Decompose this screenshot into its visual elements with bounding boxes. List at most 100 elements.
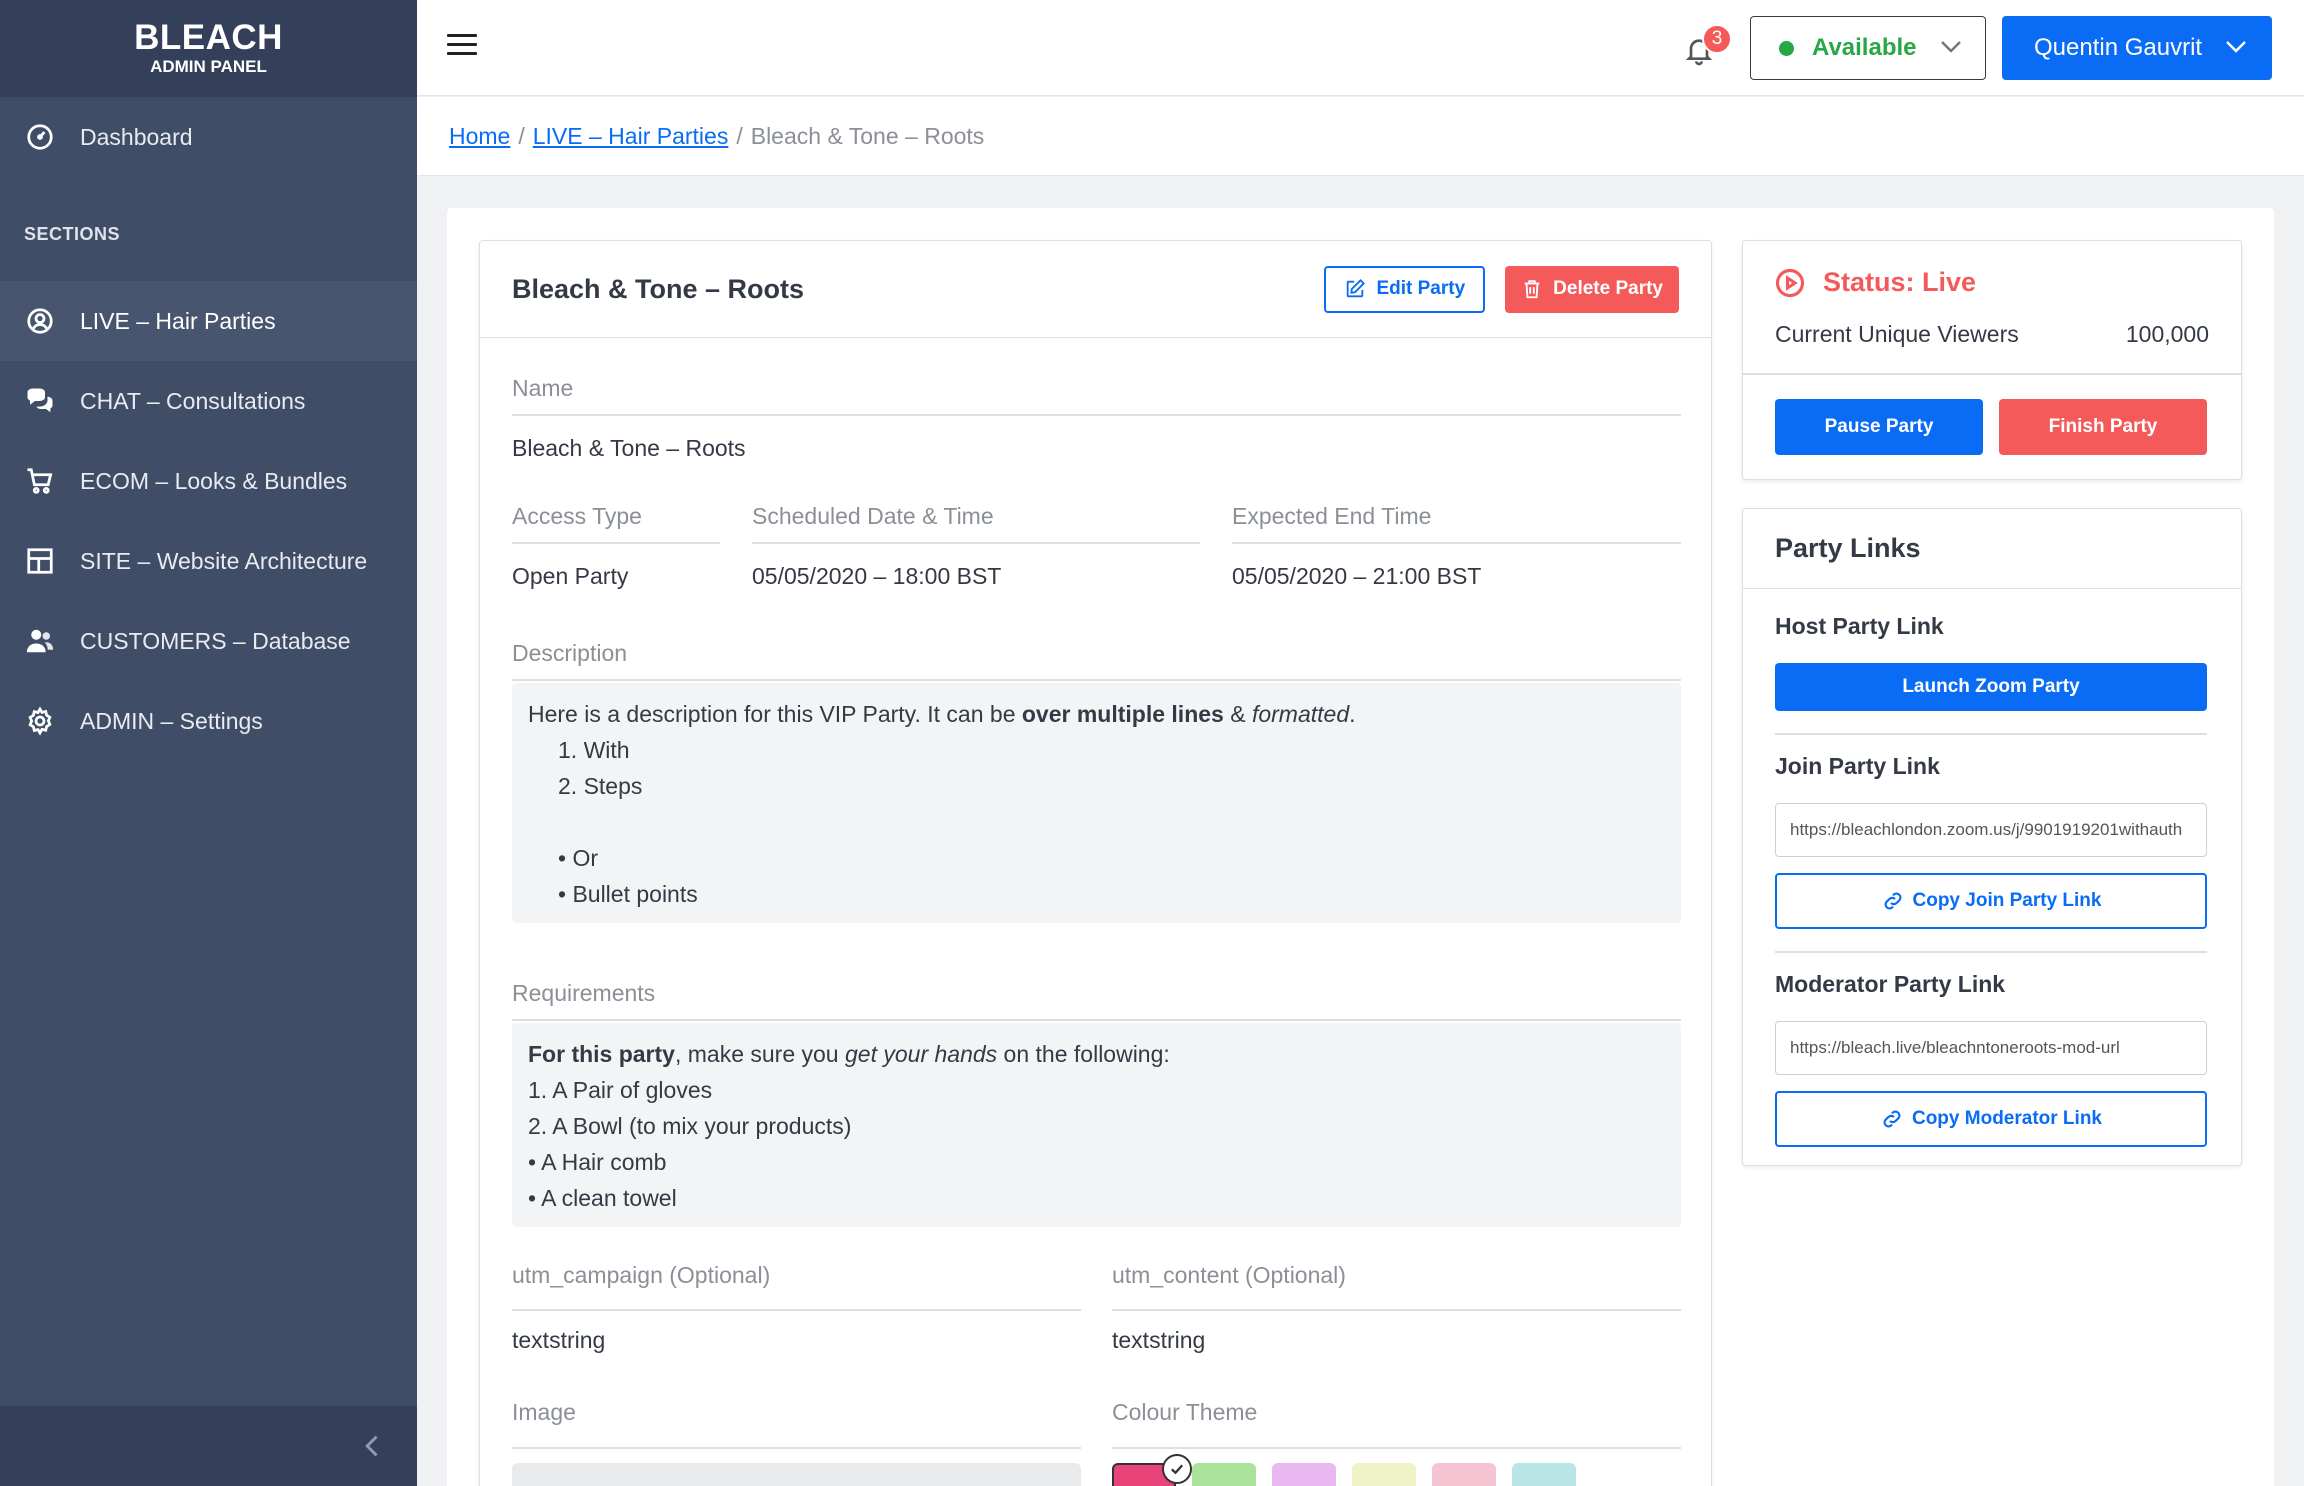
delete-party-button[interactable]: Delete Party — [1505, 265, 1679, 313]
sidebar-item-chat[interactable]: CHAT – Consultations — [0, 361, 417, 441]
join-link-input[interactable]: https://bleachlondon.zoom.us/j/990191920… — [1775, 803, 2207, 857]
colour-swatch[interactable] — [1352, 1463, 1416, 1486]
description-italic: formatted — [1251, 701, 1350, 727]
user-menu-dropdown[interactable]: Quentin Gauvrit — [2002, 16, 2272, 80]
finish-party-button[interactable]: Finish Party — [1999, 399, 2207, 455]
users-icon — [24, 625, 56, 657]
copy-join-link-button[interactable]: Copy Join Party Link — [1775, 873, 2207, 929]
description-label: Description — [512, 640, 628, 666]
requirements-label: Requirements — [512, 980, 656, 1006]
party-details-card: Bleach & Tone – Roots Edit Party Delete … — [479, 240, 1712, 1486]
sidebar-item-admin[interactable]: ADMIN – Settings — [0, 681, 417, 761]
utm-campaign-label: utm_campaign (Optional) — [512, 1262, 771, 1288]
sidebar-footer — [0, 1406, 417, 1486]
description-bold: over multiple lines — [1021, 701, 1224, 727]
sidebar-item-label: SITE – Website Architecture — [80, 547, 368, 574]
user-name: Quentin Gauvrit — [2034, 34, 2203, 61]
sidebar-item-live[interactable]: LIVE – Hair Parties — [0, 281, 417, 361]
colour-swatch[interactable] — [1272, 1463, 1336, 1486]
divider — [512, 1019, 1681, 1021]
chat-icon — [24, 385, 56, 417]
party-links-card: Party Links Host Party Link Launch Zoom … — [1742, 508, 2242, 1166]
sidebar-item-ecom[interactable]: ECOM – Looks & Bundles — [0, 441, 417, 521]
chevron-down-icon — [1939, 34, 1963, 62]
divider — [1112, 1309, 1681, 1311]
colour-theme-label: Colour Theme — [1112, 1399, 1258, 1425]
requirements-text: , make sure you — [674, 1041, 845, 1067]
breadcrumb-current: Bleach & Tone – Roots — [750, 122, 985, 149]
breadcrumb-home-link[interactable]: Home — [449, 123, 510, 150]
launch-zoom-button[interactable]: Launch Zoom Party — [1775, 663, 2207, 711]
join-link-label: Join Party Link — [1775, 753, 1940, 779]
description-text: Here is a description for this VIP Party… — [528, 701, 1022, 727]
sidebar-item-customers[interactable]: CUSTOMERS – Database — [0, 601, 417, 681]
collapse-sidebar-icon[interactable] — [359, 1432, 387, 1460]
pause-party-button[interactable]: Pause Party — [1775, 399, 1983, 455]
requirements-text: on the following: — [997, 1041, 1170, 1067]
layout-icon — [24, 545, 56, 577]
viewers-value: 100,000 — [2125, 321, 2209, 347]
status-dot-icon — [1779, 40, 1794, 56]
availability-dropdown[interactable]: Available — [1750, 16, 1986, 80]
sidebar-item-label: Dashboard — [80, 123, 193, 150]
list-item: 2. Steps — [558, 773, 643, 799]
divider — [512, 542, 720, 544]
copy-join-link-label: Copy Join Party Link — [1912, 890, 2102, 911]
list-item: 2. A Bowl (to mix your products) — [528, 1113, 852, 1139]
sidebar-item-label: CUSTOMERS – Database — [80, 627, 351, 654]
list-item: 1. With — [558, 737, 630, 763]
colour-swatch[interactable] — [1432, 1463, 1496, 1486]
divider — [512, 414, 1681, 416]
sidebar-item-label: ADMIN – Settings — [80, 707, 263, 734]
sidebar-item-label: ECOM – Looks & Bundles — [80, 467, 348, 494]
brand-title: BLEACH — [134, 17, 283, 57]
moderator-link-input[interactable]: https://bleach.live/bleachntoneroots-mod… — [1775, 1021, 2207, 1075]
cart-icon — [24, 465, 56, 497]
notification-badge: 3 — [1702, 24, 1732, 54]
image-placeholder[interactable] — [512, 1463, 1081, 1486]
scheduled-label: Scheduled Date & Time — [752, 503, 994, 529]
status-label: Status: Live — [1823, 267, 1977, 297]
description-box: Here is a description for this VIP Party… — [512, 683, 1681, 923]
copy-moderator-link-button[interactable]: Copy Moderator Link — [1775, 1091, 2207, 1147]
divider — [1775, 951, 2207, 953]
utm-campaign-value: textstring — [512, 1327, 606, 1353]
divider — [1743, 373, 2241, 375]
sidebar-item-site[interactable]: SITE – Website Architecture — [0, 521, 417, 601]
brand-logo[interactable]: BLEACH ADMIN PANEL — [0, 0, 417, 97]
sidebar-item-dashboard[interactable]: Dashboard — [0, 97, 417, 177]
viewers-label: Current Unique Viewers — [1775, 321, 2019, 347]
divider — [512, 1447, 1081, 1449]
trash-icon — [1524, 280, 1540, 299]
party-card-header: Bleach & Tone – Roots Edit Party Delete … — [480, 241, 1711, 338]
utm-content-label: utm_content (Optional) — [1112, 1262, 1346, 1288]
link-icon — [1883, 1110, 1901, 1128]
sidebar-item-label: CHAT – Consultations — [80, 387, 306, 414]
status-title: Status: Live — [1775, 267, 1976, 298]
dashboard-icon — [24, 121, 56, 153]
name-value: Bleach & Tone – Roots — [512, 435, 746, 461]
description-text: & — [1223, 701, 1252, 727]
divider — [752, 542, 1200, 544]
moderator-link-label: Moderator Party Link — [1775, 971, 2006, 997]
divider — [512, 679, 1681, 681]
divider — [1112, 1447, 1681, 1449]
breadcrumb: Home / LIVE – Hair Parties / Bleach & To… — [417, 97, 2304, 176]
chevron-down-icon — [2224, 34, 2248, 62]
colour-swatch[interactable] — [1192, 1463, 1256, 1486]
list-item: • A Hair comb — [528, 1149, 667, 1175]
colour-swatch[interactable] — [1512, 1463, 1576, 1486]
access-type-label: Access Type — [512, 503, 642, 529]
scheduled-value: 05/05/2020 – 18:00 BST — [752, 563, 1002, 589]
breadcrumb-separator: / — [736, 122, 743, 149]
edit-party-label: Edit Party — [1376, 278, 1466, 299]
end-time-value: 05/05/2020 – 21:00 BST — [1232, 563, 1482, 589]
edit-party-button[interactable]: Edit Party — [1324, 265, 1486, 313]
end-time-label: Expected End Time — [1232, 503, 1432, 529]
menu-icon[interactable] — [447, 34, 477, 60]
list-item: • Bullet points — [558, 881, 698, 907]
utm-content-value: textstring — [1112, 1327, 1206, 1353]
sidebar: BLEACH ADMIN PANEL Dashboard SECTIONS LI… — [0, 0, 417, 1486]
brand-subtitle: ADMIN PANEL — [150, 56, 267, 76]
breadcrumb-section-link[interactable]: LIVE – Hair Parties — [533, 123, 729, 150]
